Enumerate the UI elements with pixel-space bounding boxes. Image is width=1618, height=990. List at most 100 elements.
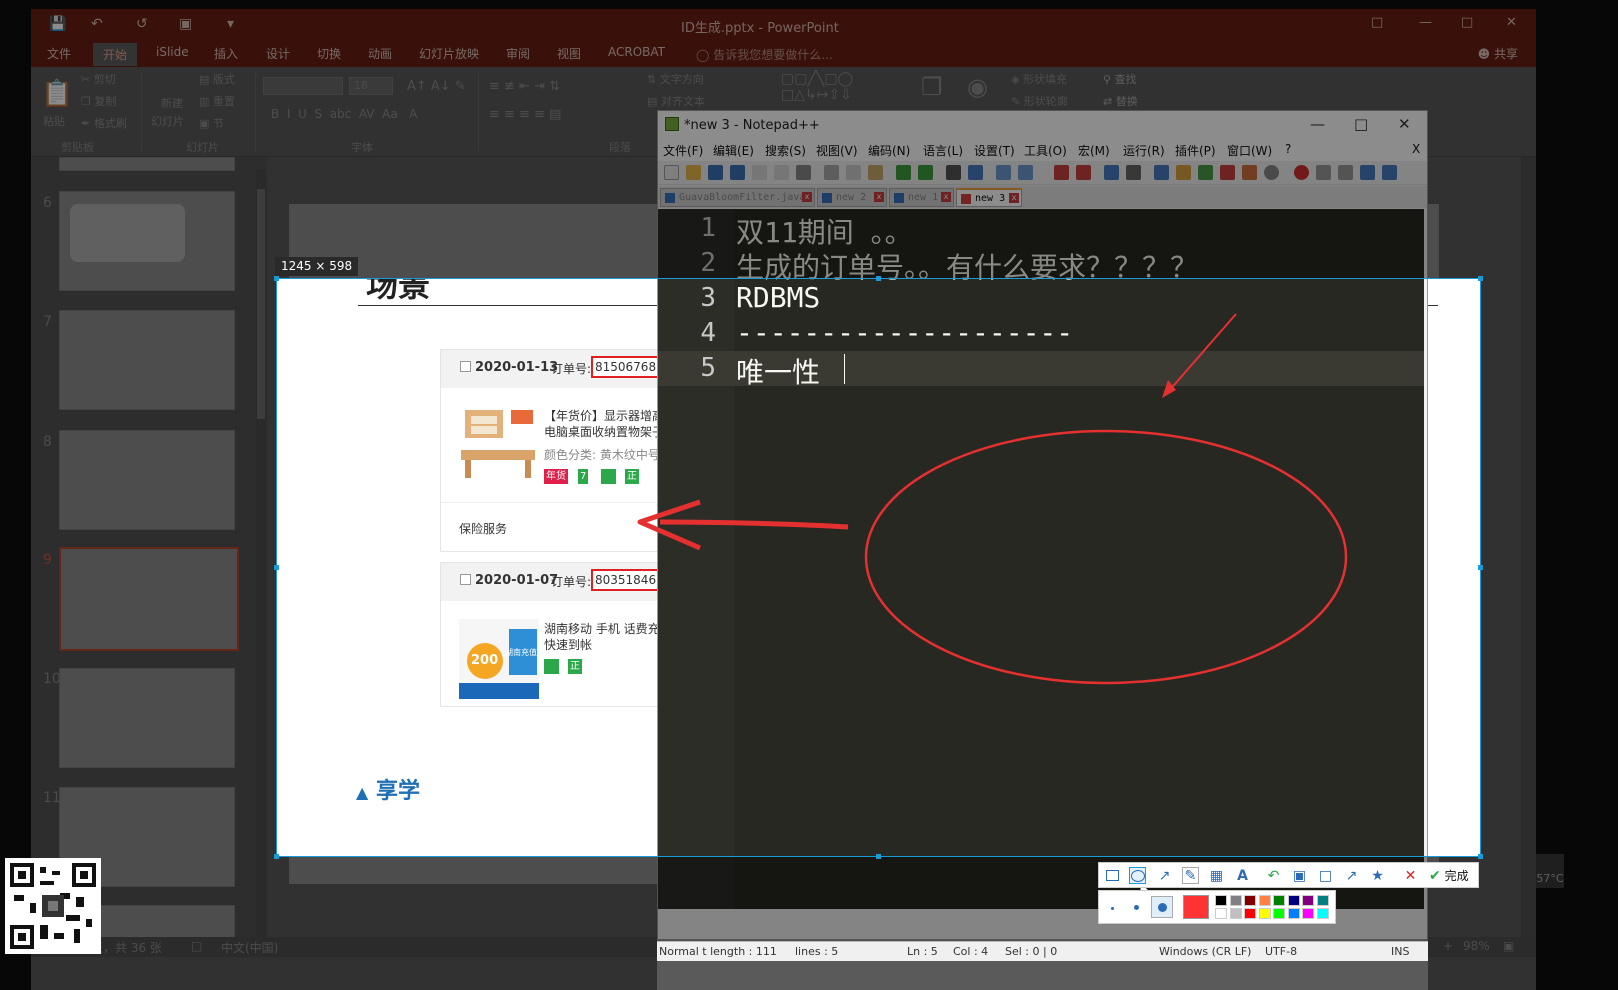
close-all-icon[interactable] — [774, 165, 789, 180]
menu-file[interactable]: 文件(F) — [663, 142, 703, 159]
run-macro-multiple-icon[interactable] — [1360, 165, 1375, 180]
menu-search[interactable]: 搜索(S) — [765, 142, 806, 159]
grow-font-icon[interactable]: A↑ A↓ ✎ — [407, 79, 466, 94]
insurance-service-link[interactable]: 保险服务 — [459, 520, 507, 537]
slide-thumbnail[interactable] — [59, 430, 235, 530]
tell-me-input[interactable]: ◯ 告诉我您想要做什么... — [696, 46, 833, 63]
show-all-chars-icon[interactable] — [1126, 165, 1141, 180]
sync-v-icon[interactable] — [1054, 165, 1069, 180]
tab-slideshow[interactable]: 幻灯片放映 — [419, 45, 479, 62]
section-button[interactable]: ▣ 节 — [199, 115, 224, 131]
tab-new-1[interactable]: new 1x — [889, 188, 954, 207]
menu-language[interactable]: 语言(L) — [923, 142, 963, 159]
pen-size-large[interactable] — [1151, 896, 1173, 918]
close-tab-icon[interactable]: x — [874, 192, 884, 202]
fit-slide-icon[interactable]: ▣ — [1503, 939, 1514, 953]
order-checkbox[interactable] — [460, 361, 471, 372]
copy-icon[interactable]: □ — [1317, 867, 1334, 884]
color-swatch[interactable] — [1273, 908, 1285, 919]
sync-h-icon[interactable] — [1076, 165, 1091, 180]
rect-icon[interactable] — [1104, 867, 1121, 884]
zoom-level[interactable]: 98% — [1463, 939, 1490, 953]
resize-handle[interactable] — [274, 276, 279, 281]
redo-icon[interactable]: ↺ — [136, 16, 148, 32]
resize-handle[interactable] — [876, 854, 881, 859]
open-file-icon[interactable] — [686, 165, 701, 180]
menu-edit[interactable]: 编辑(E) — [713, 142, 754, 159]
menu-settings[interactable]: 设置(T) — [974, 142, 1015, 159]
align-buttons[interactable]: ≡ ≡ ≡ ≡ ▤ — [489, 107, 561, 122]
close-tab-icon[interactable]: x — [1009, 193, 1019, 203]
minimize-button[interactable]: — — [1419, 15, 1432, 30]
color-swatch[interactable] — [1316, 908, 1329, 919]
shape-outline-button[interactable]: ✎ 形状轮廓 — [1011, 93, 1068, 109]
slide-thumbnail[interactable] — [59, 191, 235, 291]
font-size-select[interactable]: 18 — [349, 77, 393, 95]
layout-button[interactable]: ▤ 版式 — [199, 71, 235, 87]
thumbnail-scrollbar[interactable] — [256, 169, 266, 939]
slide-thumbnail[interactable] — [59, 668, 235, 768]
pen-size-small[interactable] — [1111, 907, 1114, 910]
cut-icon[interactable] — [824, 165, 839, 180]
cut-button[interactable]: ✂ 剪切 — [81, 71, 116, 87]
resize-handle[interactable] — [274, 565, 279, 570]
notes-icon[interactable]: □ — [191, 939, 202, 953]
tab-islide[interactable]: iSlide — [156, 45, 189, 59]
color-swatch[interactable] — [1244, 895, 1256, 906]
slide-thumbnail[interactable] — [59, 310, 235, 410]
order-checkbox[interactable] — [460, 574, 471, 585]
cancel-icon[interactable]: ✕ — [1402, 867, 1419, 884]
product-title[interactable]: 【年货价】显示器增高 电脑桌面收纳置物架子 — [544, 408, 664, 440]
menu-macro[interactable]: 宏(M) — [1078, 142, 1110, 159]
indent-guide-icon[interactable] — [1154, 165, 1169, 180]
undo-icon[interactable]: ↶ — [91, 16, 103, 32]
print-icon[interactable] — [796, 165, 811, 180]
undo-icon[interactable] — [896, 165, 911, 180]
pen-icon[interactable]: ✎ — [1182, 867, 1199, 884]
tab-acrobat[interactable]: ACROBAT — [608, 45, 665, 59]
ellipse-icon[interactable] — [1129, 867, 1146, 884]
close-icon[interactable] — [752, 165, 767, 180]
slide-thumbnail[interactable] — [59, 157, 235, 171]
ribbon-display-icon[interactable]: □ — [1371, 15, 1383, 30]
color-swatch[interactable] — [1302, 895, 1314, 906]
close-button[interactable]: ✕ — [1398, 115, 1411, 133]
product-title[interactable]: 湖南移动 手机 话费充 快速到帐 — [544, 621, 660, 653]
zoom-out-icon[interactable] — [1018, 165, 1033, 180]
color-swatch[interactable] — [1229, 895, 1242, 906]
menu-plugins[interactable]: 插件(P) — [1175, 142, 1216, 159]
menu-run[interactable]: 运行(R) — [1123, 142, 1165, 159]
color-swatch[interactable] — [1287, 895, 1300, 906]
color-swatch[interactable] — [1258, 908, 1271, 919]
font-style-buttons[interactable]: B I U S abc AV Aa A — [271, 107, 417, 121]
undo-icon[interactable]: ↶ — [1265, 867, 1282, 884]
menu-encoding[interactable]: 编码(N) — [868, 142, 910, 159]
function-list-icon[interactable] — [1220, 165, 1235, 180]
tab-transitions[interactable]: 切换 — [317, 45, 341, 62]
tab-review[interactable]: 审阅 — [506, 45, 530, 62]
copy-icon[interactable] — [846, 165, 861, 180]
paste-button[interactable]: 粘贴 — [43, 113, 65, 129]
menu-tools[interactable]: 工具(O) — [1024, 142, 1067, 159]
text-direction-button[interactable]: ⇅ 文字方向 — [647, 71, 704, 87]
share-button[interactable]: ☻ 共享 — [1478, 45, 1518, 62]
close-tab-icon[interactable]: x — [941, 192, 951, 202]
color-swatch[interactable] — [1215, 908, 1227, 919]
tab-guavabloomfilter[interactable]: GuavaBloomFilter.java x — [660, 188, 815, 207]
close-tab-icon[interactable]: x — [802, 192, 812, 202]
redo-icon[interactable] — [918, 165, 933, 180]
slide-thumbnail-selected[interactable] — [59, 547, 239, 651]
tab-animations[interactable]: 动画 — [368, 45, 392, 62]
resize-handle[interactable] — [1478, 854, 1483, 859]
color-swatch[interactable] — [1287, 908, 1300, 919]
zoom-in-icon[interactable]: + — [1443, 939, 1453, 953]
resize-handle[interactable] — [1478, 565, 1483, 570]
zoom-in-icon[interactable] — [996, 165, 1011, 180]
slide-scrollbar[interactable] — [1521, 157, 1536, 947]
mosaic-icon[interactable]: ▦ — [1208, 867, 1225, 884]
word-wrap-icon[interactable] — [1104, 165, 1119, 180]
folder-workspace-icon[interactable] — [1242, 165, 1257, 180]
replace-icon[interactable] — [968, 165, 983, 180]
color-swatch[interactable] — [1244, 908, 1256, 919]
new-file-icon[interactable] — [664, 165, 679, 180]
